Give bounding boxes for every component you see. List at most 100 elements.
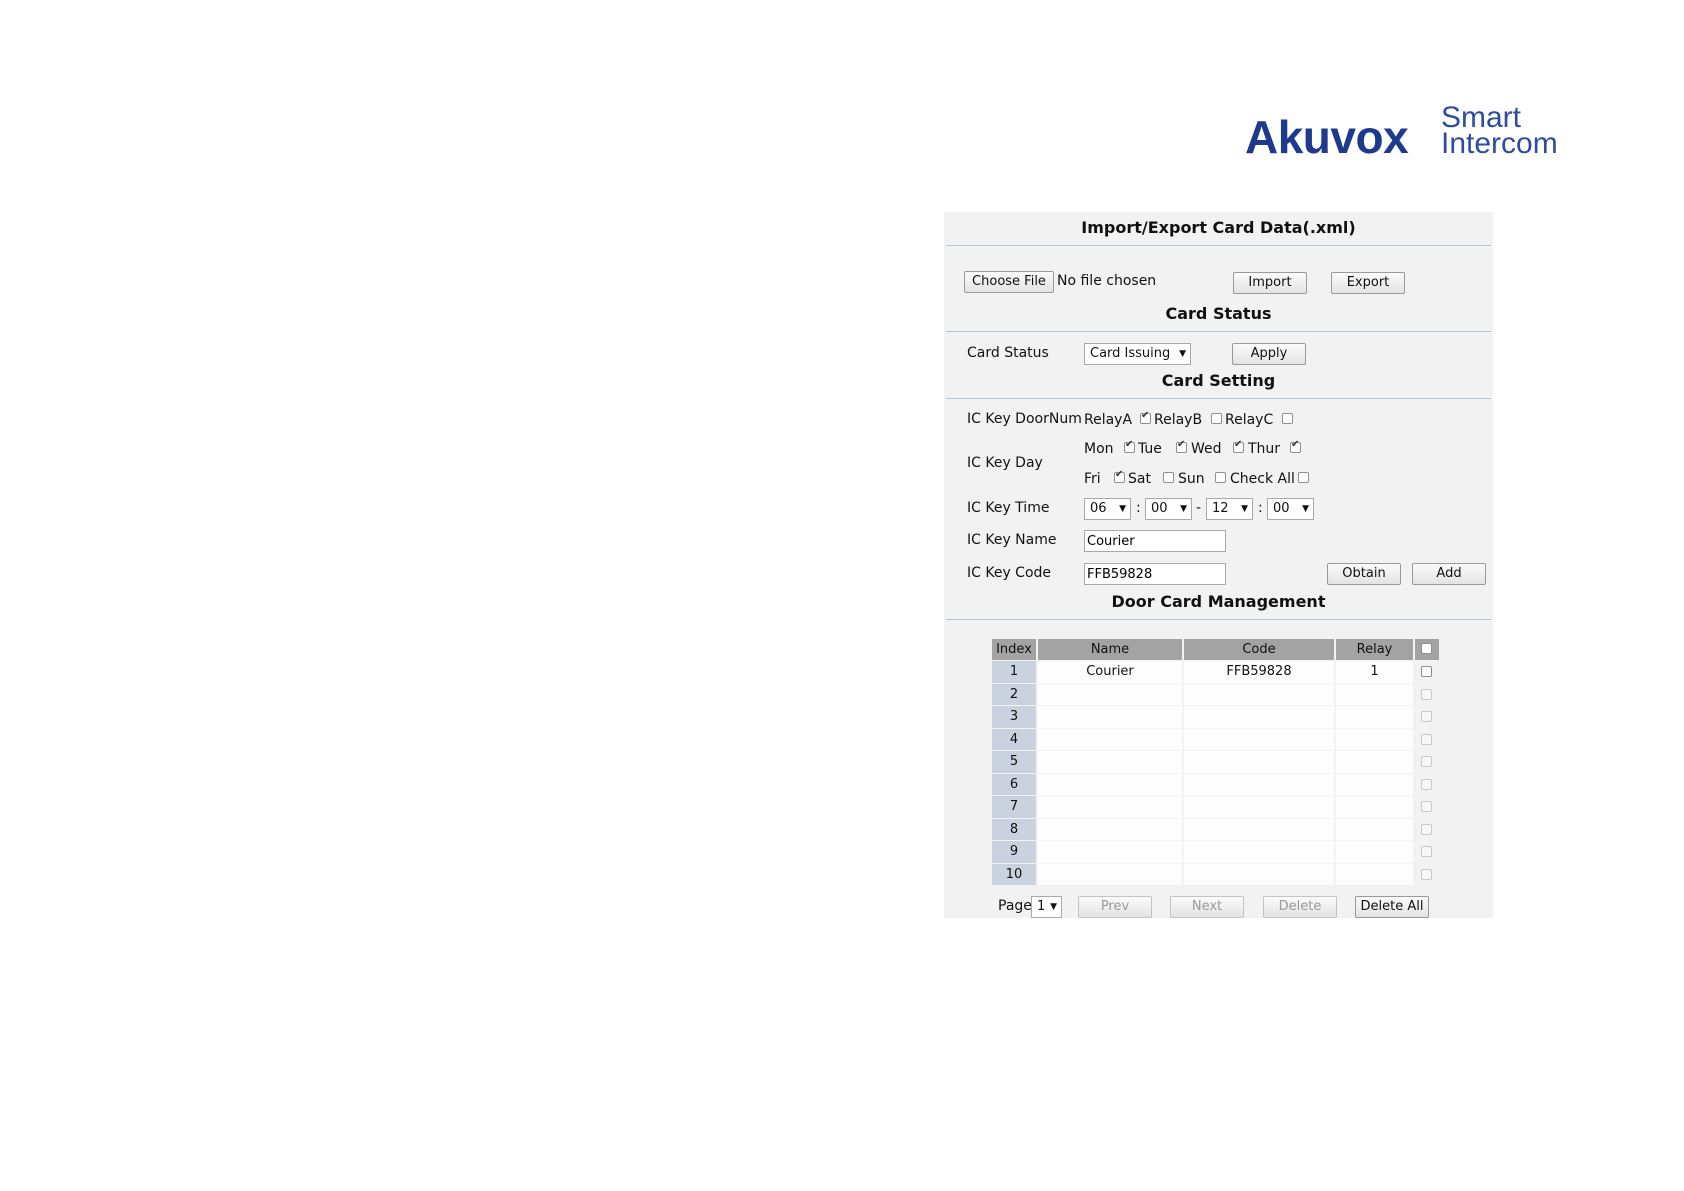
table-row-select (1415, 684, 1439, 706)
akuvox-logo: Akuvox Smart Intercom (1245, 103, 1558, 165)
chevron-down-icon: ▼ (1050, 902, 1057, 912)
column-header-relay: Relay (1336, 639, 1413, 660)
time-colon: : (1136, 500, 1141, 516)
table-row-code (1184, 863, 1334, 885)
day-mon-checkbox[interactable] (1124, 439, 1135, 453)
day-thur-checkbox[interactable] (1290, 439, 1301, 453)
day-fri-label: Fri (1084, 471, 1101, 487)
end-minute-select[interactable]: 00 ▼ (1267, 498, 1314, 520)
day-wed-checkbox[interactable] (1233, 439, 1244, 453)
table-row-index: 4 (992, 728, 1036, 750)
day-tue-checkbox[interactable] (1176, 439, 1187, 453)
import-export-title: Import/Export Card Data(.xml) (1081, 218, 1356, 237)
add-button[interactable]: Add (1412, 563, 1486, 585)
relay-a-checkbox[interactable] (1140, 410, 1151, 424)
day-wed-label: Wed (1191, 441, 1222, 457)
table-row-name (1038, 841, 1182, 863)
table-row-relay (1336, 796, 1413, 818)
start-hour-select[interactable]: 06 ▼ (1084, 498, 1131, 520)
column-header-select (1415, 639, 1439, 660)
check-all-days-label: Check All (1230, 471, 1295, 487)
chevron-down-icon: ▼ (1180, 504, 1187, 514)
row-select-checkbox[interactable] (1421, 868, 1432, 880)
time-colon: : (1258, 500, 1263, 516)
chevron-down-icon: ▼ (1241, 504, 1248, 514)
table-row-code (1184, 751, 1334, 773)
card-status-select[interactable]: Card Issuing ▼ (1084, 343, 1191, 365)
table-row-select (1415, 751, 1439, 773)
row-select-checkbox[interactable] (1421, 778, 1432, 790)
start-minute-select[interactable]: 00 ▼ (1145, 498, 1192, 520)
day-fri-checkbox[interactable] (1114, 469, 1125, 483)
choose-file-button[interactable]: Choose File (964, 271, 1054, 293)
obtain-button[interactable]: Obtain (1327, 563, 1401, 585)
time-dash: - (1196, 500, 1202, 516)
day-sat-label: Sat (1128, 471, 1151, 487)
chevron-down-icon: ▼ (1119, 504, 1126, 514)
table-row-code: FFB59828 (1184, 661, 1334, 683)
table-row-name (1038, 728, 1182, 750)
card-status-label: Card Status (967, 345, 1049, 361)
table-row-code (1184, 841, 1334, 863)
table-row-name (1038, 818, 1182, 840)
ic-key-doornum-label: IC Key DoorNum (967, 411, 1082, 427)
row-select-checkbox[interactable] (1421, 846, 1432, 857)
row-select-checkbox[interactable] (1421, 711, 1432, 722)
table-row-relay (1336, 683, 1413, 705)
table-row-index: 5 (992, 751, 1036, 773)
chevron-down-icon: ▼ (1179, 349, 1186, 359)
table-row-relay (1336, 751, 1413, 773)
row-select-checkbox[interactable] (1421, 756, 1432, 767)
check-all-days-checkbox[interactable] (1298, 472, 1309, 483)
table-row-index: 10 (992, 863, 1036, 885)
table-row-select (1415, 661, 1439, 683)
section-divider (946, 245, 1491, 246)
table-row-relay (1336, 773, 1413, 795)
door-card-management-title: Door Card Management (1111, 592, 1326, 611)
export-button[interactable]: Export (1331, 272, 1405, 294)
table-row-index: 8 (992, 818, 1036, 840)
table-row-name (1038, 751, 1182, 773)
delete-all-button[interactable]: Delete All (1355, 896, 1429, 918)
table-row-name (1038, 706, 1182, 728)
page-select[interactable]: 1 ▼ (1031, 896, 1062, 918)
relay-b-checkbox[interactable] (1211, 413, 1222, 424)
day-sat-checkbox[interactable] (1163, 472, 1174, 483)
day-thur-label: Thur (1248, 441, 1281, 457)
day-sun-checkbox[interactable] (1215, 472, 1226, 483)
table-row-relay (1336, 818, 1413, 840)
apply-button[interactable]: Apply (1232, 343, 1306, 365)
import-button[interactable]: Import (1233, 272, 1307, 294)
table-row-name (1038, 773, 1182, 795)
next-page-button[interactable]: Next (1170, 896, 1244, 918)
card-setting-title: Card Setting (1161, 371, 1276, 390)
table-row-index: 2 (992, 683, 1036, 705)
page-select-value: 1 (1037, 899, 1046, 914)
prev-page-button[interactable]: Prev (1078, 896, 1152, 918)
table-row-code (1184, 773, 1334, 795)
logo-tagline-bottom: Intercom (1441, 127, 1558, 160)
relay-c-checkbox[interactable] (1282, 413, 1293, 424)
table-row-select (1415, 819, 1439, 841)
row-select-checkbox[interactable] (1421, 666, 1432, 677)
ic-key-code-input[interactable] (1084, 563, 1226, 585)
delete-button[interactable]: Delete (1263, 896, 1337, 918)
table-row-relay (1336, 841, 1413, 863)
row-select-checkbox[interactable] (1421, 688, 1432, 700)
ic-key-name-input[interactable] (1084, 530, 1226, 552)
table-row-select (1415, 841, 1439, 863)
table-row-select (1415, 774, 1439, 796)
table-row-relay (1336, 728, 1413, 750)
table-row-select (1415, 796, 1439, 818)
table-row-code (1184, 728, 1334, 750)
card-status-selected: Card Issuing (1090, 346, 1171, 361)
row-select-checkbox[interactable] (1421, 733, 1432, 745)
ic-key-code-label: IC Key Code (967, 565, 1052, 581)
row-select-checkbox[interactable] (1421, 823, 1432, 835)
no-file-chosen-text: No file chosen (1057, 273, 1157, 289)
end-hour-select[interactable]: 12 ▼ (1206, 498, 1253, 520)
select-all-checkbox[interactable] (1421, 643, 1432, 654)
column-header-name: Name (1038, 639, 1182, 660)
row-select-checkbox[interactable] (1421, 801, 1432, 812)
table-row-relay: 1 (1336, 661, 1413, 683)
